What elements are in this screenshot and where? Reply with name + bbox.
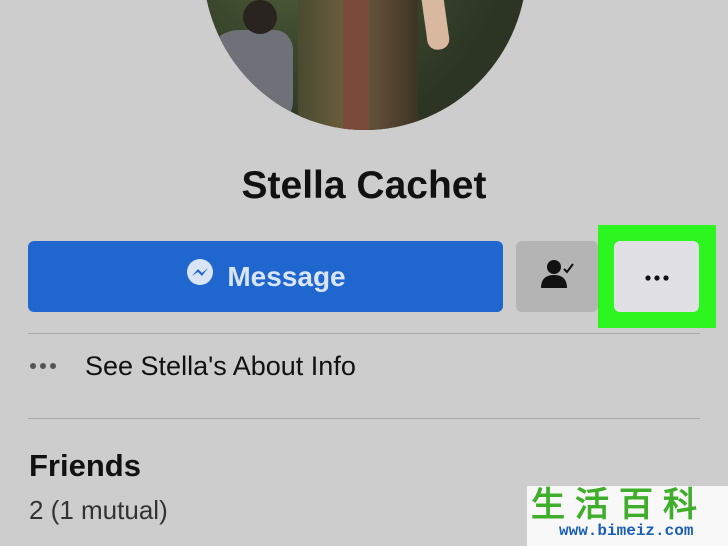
friends-status-button[interactable] <box>516 241 598 312</box>
photo-arm <box>413 0 451 51</box>
watermark-url: www.bimeiz.com <box>559 522 694 540</box>
more-dots-icon <box>644 268 669 286</box>
divider-top <box>28 333 700 334</box>
photo-orb <box>243 0 277 34</box>
more-dots-icon <box>30 363 58 369</box>
friends-heading[interactable]: Friends <box>29 448 141 484</box>
messenger-icon <box>185 258 215 295</box>
more-options-button[interactable] <box>614 241 699 312</box>
about-info-label: See Stella's About Info <box>85 350 356 381</box>
photo-rock <box>203 30 293 130</box>
friend-check-icon <box>539 258 575 295</box>
profile-photo[interactable] <box>203 0 527 130</box>
about-info-row[interactable]: See Stella's About Info <box>30 346 356 386</box>
watermark-chars: 生活百科 <box>531 486 707 524</box>
divider-bottom <box>28 418 700 419</box>
profile-name: Stella Cachet <box>241 164 487 207</box>
message-button[interactable]: Message <box>28 241 503 312</box>
friends-count: 2 (1 mutual) <box>29 495 168 525</box>
photo-sash <box>343 0 369 130</box>
watermark: 生活百科 www.bimeiz.com <box>527 486 728 546</box>
message-label: Message <box>227 260 346 292</box>
